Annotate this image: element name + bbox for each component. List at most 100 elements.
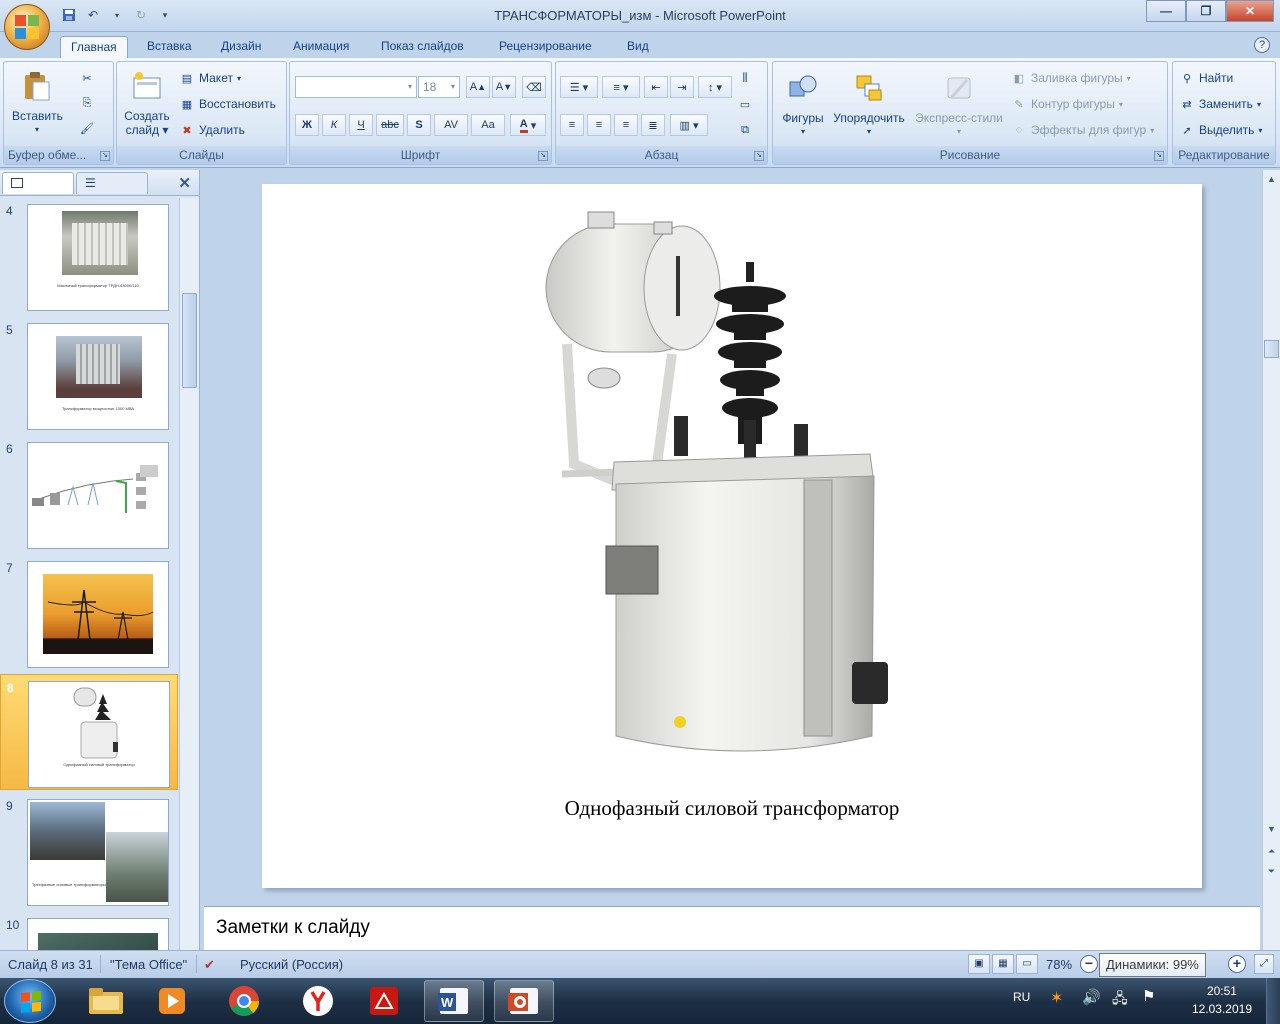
layout-button[interactable]: ▤ Макет ▾: [179, 70, 241, 86]
start-button[interactable]: [4, 979, 56, 1023]
smartart-icon[interactable]: ⧉: [737, 122, 753, 138]
font-family-field[interactable]: ▾: [295, 76, 417, 98]
tab-slides-thumbnails[interactable]: [2, 172, 74, 194]
slide-vertical-scrollbar[interactable]: ▲ ▼ ⏶ ⏷: [1262, 170, 1280, 950]
slide-thumbnail-5[interactable]: 5 Трансформатор мощностью 1000 МВА: [0, 317, 178, 433]
tab-outline[interactable]: ☰: [76, 172, 148, 194]
show-desktop-button[interactable]: [1266, 978, 1280, 1024]
select-button[interactable]: ➚ Выделить ▾: [1179, 122, 1262, 138]
tab-design[interactable]: Дизайн: [211, 36, 271, 58]
close-button[interactable]: ✕: [1226, 0, 1274, 22]
office-button[interactable]: [4, 4, 50, 50]
yandex-browser-taskbar-icon[interactable]: [288, 980, 348, 1022]
current-slide[interactable]: Однофазный силовой трансформатор: [262, 184, 1202, 888]
numbering-button[interactable]: ≡ ▾: [602, 76, 640, 98]
help-icon[interactable]: ?: [1254, 37, 1270, 53]
zoom-level[interactable]: 78%: [1046, 957, 1072, 972]
acrobat-taskbar-icon[interactable]: [354, 980, 414, 1022]
grow-font-button[interactable]: A ▲: [466, 76, 490, 98]
theme-name[interactable]: "Тема Office": [110, 957, 187, 972]
shape-outline-button[interactable]: ✎ Контур фигуры ▾: [1011, 96, 1123, 112]
slide-thumbnail-7[interactable]: 7: [0, 555, 178, 671]
scrollbar-thumb[interactable]: [1264, 340, 1279, 358]
tab-view[interactable]: Вид: [617, 36, 659, 58]
normal-view-button[interactable]: ▣: [968, 954, 990, 974]
word-taskbar-icon[interactable]: W: [424, 980, 484, 1022]
slide-caption[interactable]: Однофазный силовой трансформатор: [262, 796, 1202, 821]
fit-to-window-button[interactable]: ⤢: [1254, 954, 1274, 974]
paragraph-dialog-launcher[interactable]: ↘: [754, 151, 764, 161]
reset-button[interactable]: ▦ Восстановить: [179, 96, 276, 112]
line-spacing-button[interactable]: ↕ ▾: [698, 76, 732, 98]
zoom-out-button[interactable]: −: [1080, 955, 1098, 973]
notes-placeholder[interactable]: Заметки к слайду: [216, 917, 370, 939]
change-case-button[interactable]: Aa: [471, 114, 505, 136]
slide-thumbnail-6[interactable]: 6: [0, 436, 178, 552]
columns-button[interactable]: ▥ ▾: [670, 114, 708, 136]
notes-pane[interactable]: Заметки к слайду: [204, 906, 1260, 950]
tab-insert[interactable]: Вставка: [137, 36, 202, 58]
copy-icon[interactable]: ⎘: [79, 95, 95, 111]
find-button[interactable]: ⚲ Найти: [1179, 70, 1233, 86]
media-player-taskbar-icon[interactable]: [142, 980, 202, 1022]
paste-button[interactable]: Вставить ▾: [12, 70, 63, 137]
clipboard-dialog-launcher[interactable]: ↘: [100, 151, 110, 161]
tab-animation[interactable]: Анимация: [283, 36, 359, 58]
thumbnails-scrollbar[interactable]: [179, 198, 199, 950]
system-clock[interactable]: 20:51 12.03.2019: [1192, 982, 1252, 1018]
bullets-button[interactable]: ☰ ▾: [560, 76, 598, 98]
arrange-button[interactable]: Упорядочить ▾: [829, 72, 909, 139]
shrink-font-button[interactable]: A ▼: [492, 76, 516, 98]
slide-thumbnail-4[interactable]: 4 Масляный трансформатор ТРДН-63000/110: [0, 198, 178, 314]
shapes-button[interactable]: Фигуры ▾: [777, 72, 829, 139]
char-spacing-button[interactable]: AV: [434, 114, 468, 136]
powerpoint-taskbar-icon[interactable]: [494, 980, 554, 1022]
chrome-taskbar-icon[interactable]: [214, 980, 274, 1022]
restore-button[interactable]: ❐: [1186, 0, 1226, 22]
align-text-icon[interactable]: ▭: [737, 96, 753, 112]
zoom-in-button[interactable]: +: [1228, 955, 1246, 973]
delete-slide-button[interactable]: ✖ Удалить: [179, 122, 244, 138]
input-language[interactable]: RU: [1013, 990, 1030, 1004]
text-direction-icon[interactable]: ⫼: [737, 70, 753, 86]
scroll-down-icon[interactable]: ▼: [1264, 824, 1279, 834]
underline-button[interactable]: Ч: [349, 114, 373, 136]
minimize-button[interactable]: —: [1146, 0, 1186, 22]
volume-tray-icon[interactable]: 🔊: [1082, 988, 1101, 1006]
justify-button[interactable]: ≣: [641, 114, 665, 136]
network-tray-icon[interactable]: 🖧: [1112, 988, 1128, 1012]
align-left-button[interactable]: ≡: [560, 114, 584, 136]
next-slide-icon[interactable]: ⏷: [1264, 866, 1279, 877]
shadow-button[interactable]: S: [407, 114, 431, 136]
tab-slideshow[interactable]: Показ слайдов: [371, 36, 474, 58]
increase-indent-button[interactable]: ⇥: [670, 76, 694, 98]
italic-button[interactable]: К: [322, 114, 346, 136]
drawing-dialog-launcher[interactable]: ↘: [1154, 151, 1164, 161]
new-slide-button[interactable]: Создать слайд ▾: [121, 70, 173, 137]
align-center-button[interactable]: ≡: [587, 114, 611, 136]
avast-tray-icon[interactable]: ✶: [1050, 988, 1063, 1008]
close-panel-icon[interactable]: ✕: [178, 174, 191, 192]
cut-icon[interactable]: ✂: [79, 70, 95, 86]
font-dialog-launcher[interactable]: ↘: [538, 151, 548, 161]
scroll-up-icon[interactable]: ▲: [1264, 174, 1279, 184]
explorer-taskbar-icon[interactable]: [76, 980, 136, 1022]
tab-home[interactable]: Главная: [60, 36, 128, 58]
font-size-field[interactable]: 18 ▾: [418, 76, 460, 98]
slide-thumbnail-10[interactable]: 10: [0, 912, 178, 950]
language-indicator[interactable]: Русский (Россия): [240, 957, 343, 972]
previous-slide-icon[interactable]: ⏶: [1264, 846, 1279, 857]
scrollbar-thumb[interactable]: [182, 293, 197, 388]
slide-thumbnail-8[interactable]: 8 Однофазный силовой трансформатор: [0, 674, 178, 790]
action-center-flag-icon[interactable]: ⚑: [1142, 987, 1155, 1005]
align-right-button[interactable]: ≡: [614, 114, 638, 136]
tab-review[interactable]: Рецензирование: [489, 36, 602, 58]
shape-effects-button[interactable]: ◌ Эффекты для фигур ▾: [1011, 122, 1155, 138]
slide-thumbnail-9[interactable]: 9 Трёхфазные силовые трансформаторы: [0, 793, 178, 909]
slideshow-button[interactable]: ▭: [1016, 954, 1038, 974]
slide-sorter-button[interactable]: ▦: [992, 954, 1014, 974]
decrease-indent-button[interactable]: ⇤: [644, 76, 668, 98]
shape-fill-button[interactable]: ◧ Заливка фигуры ▾: [1011, 70, 1131, 86]
clear-format-button[interactable]: ⌫: [522, 76, 546, 98]
font-color-button[interactable]: A ▾: [510, 114, 546, 136]
